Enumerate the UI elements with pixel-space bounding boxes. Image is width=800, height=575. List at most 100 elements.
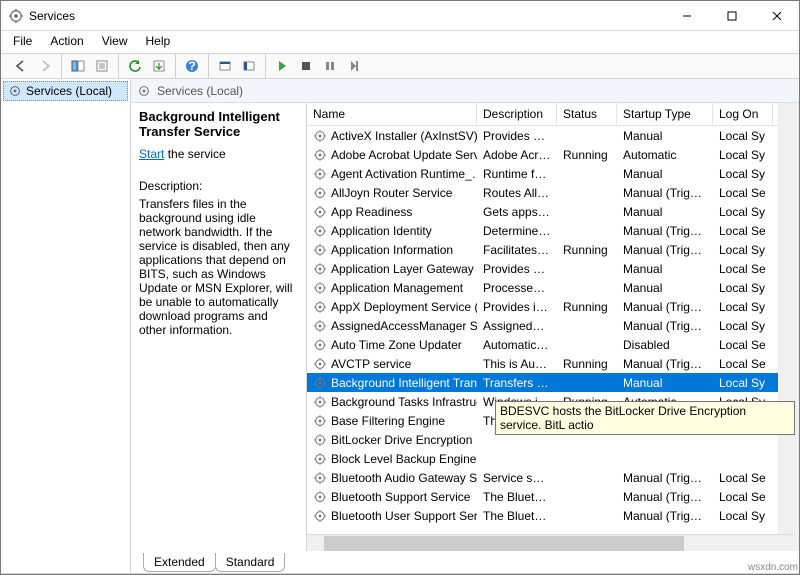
back-button[interactable]: [10, 55, 32, 77]
service-row[interactable]: Agent Activation Runtime_…Runtime for…Ma…: [307, 164, 778, 183]
service-gear-icon: [313, 243, 327, 257]
tab-extended[interactable]: Extended: [143, 553, 216, 572]
cell-description: Gets apps re…: [477, 205, 557, 219]
cell-startup: Manual (Trig…: [617, 319, 713, 333]
cell-logon: Local Se: [713, 186, 773, 200]
cell-status: Running: [557, 148, 617, 162]
start-service-button[interactable]: [271, 55, 293, 77]
menu-file[interactable]: File: [5, 32, 40, 50]
col-status[interactable]: Status: [557, 103, 617, 125]
cell-name: Auto Time Zone Updater: [307, 338, 477, 352]
maximize-button[interactable]: [709, 1, 754, 30]
services-window: Services File Action View Help ?: [0, 0, 800, 575]
detail-pane: Background Intelligent Transfer Service …: [131, 103, 306, 551]
gear-icon: [137, 84, 151, 98]
tree-root-label: Services (Local): [26, 84, 112, 98]
cell-name: Bluetooth Support Service: [307, 490, 477, 504]
service-row[interactable]: Auto Time Zone UpdaterAutomatica…Disable…: [307, 335, 778, 354]
help-button[interactable]: ?: [181, 55, 203, 77]
window-title: Services: [29, 9, 75, 23]
list-header: Name Description Status Startup Type Log…: [307, 103, 778, 126]
stop-service-button[interactable]: [295, 55, 317, 77]
service-row[interactable]: Bluetooth User Support Ser…The Blueto…Ma…: [307, 506, 778, 525]
vertical-scrollbar[interactable]: [778, 103, 795, 534]
menu-bar: File Action View Help: [1, 31, 799, 53]
service-row[interactable]: AppX Deployment Service (…Provides inf…R…: [307, 297, 778, 316]
tab-standard[interactable]: Standard: [215, 553, 286, 572]
pause-service-button[interactable]: [319, 55, 341, 77]
cell-logon: Local Se: [713, 471, 773, 485]
service-row[interactable]: Bluetooth Support ServiceThe Blueto…Manu…: [307, 487, 778, 506]
service-row[interactable]: Application InformationFacilitates t…Run…: [307, 240, 778, 259]
service-row[interactable]: AllJoyn Router ServiceRoutes AllJo…Manua…: [307, 183, 778, 202]
show-hide-tree-button[interactable]: [67, 55, 89, 77]
col-description[interactable]: Description: [477, 103, 557, 125]
service-row[interactable]: Adobe Acrobat Update Serv…Adobe Acro…Run…: [307, 145, 778, 164]
service-gear-icon: [313, 490, 327, 504]
cell-startup: Manual (Trig…: [617, 243, 713, 257]
menu-action[interactable]: Action: [42, 32, 91, 50]
properties-button[interactable]: [91, 55, 113, 77]
cell-startup: Manual: [617, 262, 713, 276]
main-body: Services (Local) Services (Local) Backgr…: [1, 79, 799, 574]
svg-text:?: ?: [188, 59, 195, 73]
service-row[interactable]: ActiveX Installer (AxInstSV)Provides Us……: [307, 126, 778, 145]
tree-root-item[interactable]: Services (Local): [3, 81, 128, 101]
cell-name: Application Information: [307, 243, 477, 257]
cell-name: Base Filtering Engine: [307, 414, 477, 428]
cell-startup: Manual: [617, 167, 713, 181]
service-row[interactable]: AVCTP serviceThis is Audi…RunningManual …: [307, 354, 778, 373]
service-gear-icon: [313, 224, 327, 238]
service-gear-icon: [313, 357, 327, 371]
cell-logon: Local Sy: [713, 319, 773, 333]
cell-name: AllJoyn Router Service: [307, 186, 477, 200]
cell-startup: Manual (Trig…: [617, 490, 713, 504]
cell-logon: Local Sy: [713, 243, 773, 257]
result-pane-title: Services (Local): [157, 84, 243, 98]
service-row[interactable]: Application IdentityDetermines …Manual (…: [307, 221, 778, 240]
service-row[interactable]: App ReadinessGets apps re…ManualLocal Sy: [307, 202, 778, 221]
col-logon[interactable]: Log On: [713, 103, 773, 125]
close-button[interactable]: [754, 1, 799, 30]
gear-icon: [8, 84, 22, 98]
service-row[interactable]: Background Intelligent Tran…Transfers fi…: [307, 373, 778, 392]
cell-logon: Local Sy: [713, 300, 773, 314]
service-gear-icon: [313, 509, 327, 523]
horizontal-scrollbar[interactable]: [307, 534, 795, 551]
horizontal-scrollbar-thumb[interactable]: [324, 536, 684, 551]
menu-view[interactable]: View: [94, 32, 136, 50]
service-row[interactable]: Block Level Backup Engine …: [307, 449, 778, 468]
cell-logon: Local Se: [713, 262, 773, 276]
cell-description: Provides Us…: [477, 129, 557, 143]
cell-startup: Manual (Trig…: [617, 357, 713, 371]
cell-logon: Local Se: [713, 490, 773, 504]
toolbar-icon-2[interactable]: [238, 55, 260, 77]
col-startup-type[interactable]: Startup Type: [617, 103, 713, 125]
cell-name: AppX Deployment Service (…: [307, 300, 477, 314]
restart-service-button[interactable]: [343, 55, 365, 77]
menu-help[interactable]: Help: [138, 32, 179, 50]
service-row[interactable]: Application Layer Gateway …Provides su…M…: [307, 259, 778, 278]
service-row[interactable]: AssignedAccessManager Se…AssignedAc…Manu…: [307, 316, 778, 335]
cell-logon: Local Sy: [713, 148, 773, 162]
forward-button[interactable]: [34, 55, 56, 77]
cell-description: Adobe Acro…: [477, 148, 557, 162]
export-button[interactable]: [148, 55, 170, 77]
cell-name: Agent Activation Runtime_…: [307, 167, 477, 181]
minimize-button[interactable]: [664, 1, 709, 30]
tree-pane: Services (Local): [1, 79, 131, 573]
service-row[interactable]: Application ManagementProcesses in…Manua…: [307, 278, 778, 297]
service-row[interactable]: Bluetooth Audio Gateway S…Service sup…Ma…: [307, 468, 778, 487]
start-service-link[interactable]: Start: [139, 147, 164, 161]
cell-name: Background Intelligent Tran…: [307, 376, 477, 390]
cell-startup: Manual: [617, 376, 713, 390]
service-gear-icon: [313, 319, 327, 333]
cell-status: Running: [557, 357, 617, 371]
toolbar-icon-1[interactable]: [214, 55, 236, 77]
service-gear-icon: [313, 281, 327, 295]
service-gear-icon: [313, 376, 327, 390]
refresh-button[interactable]: [124, 55, 146, 77]
view-tabs: Extended Standard: [131, 551, 799, 573]
service-gear-icon: [313, 414, 327, 428]
col-name[interactable]: Name: [307, 103, 477, 125]
